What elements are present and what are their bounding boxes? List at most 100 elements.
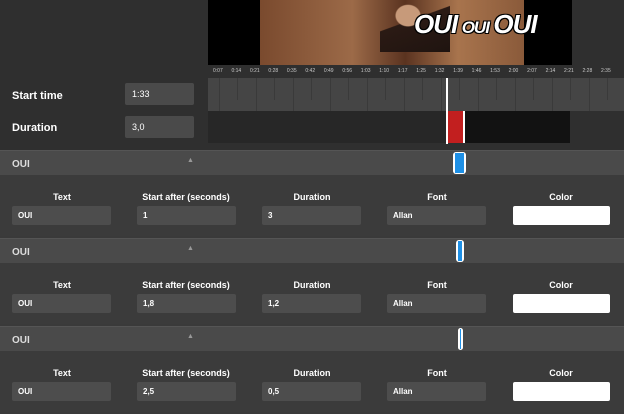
timeline-tick-label: 2:21 [564, 68, 574, 74]
color-picker[interactable] [513, 294, 610, 313]
column-header-font: Font [427, 192, 447, 202]
timeline-tick-label: 2:35 [601, 68, 611, 74]
start-after-input[interactable]: 2,5 [137, 382, 236, 401]
text-input[interactable]: OUI [12, 206, 111, 225]
caption-word-3: OUI [493, 9, 537, 39]
timeline-tick [588, 78, 590, 111]
timeline-tick [551, 78, 553, 111]
timeline-tick-label: 1:32 [434, 68, 445, 74]
column-header-start-after: Start after (seconds) [142, 192, 230, 202]
section-title: OUI [12, 159, 30, 170]
text-timeline-marker[interactable] [455, 240, 465, 262]
timeline-tick-label: 1:39 [453, 68, 463, 74]
start-after-input[interactable]: 1,8 [137, 294, 236, 313]
section-header[interactable]: OUI ▲ [0, 151, 624, 175]
caption-overlay: OUI OUI OUI [414, 9, 538, 40]
timeline-tick [477, 78, 479, 111]
column-header-font: Font [427, 368, 447, 378]
font-select[interactable]: Allan [387, 206, 486, 225]
column-header-color: Color [549, 192, 573, 202]
font-select[interactable]: Allan [387, 382, 486, 401]
timeline-tick [422, 78, 424, 100]
timeline-tick [459, 78, 461, 100]
start-time-label: Start time [12, 90, 63, 102]
color-picker[interactable] [513, 382, 610, 401]
color-picker[interactable] [513, 206, 610, 225]
duration-track[interactable] [208, 111, 570, 143]
column-header-start-after: Start after (seconds) [142, 368, 230, 378]
column-header-duration: Duration [293, 280, 331, 290]
column-header-duration: Duration [293, 192, 331, 202]
collapse-caret-icon[interactable]: ▲ [187, 245, 194, 252]
timeline-tick-label: 0:07 [213, 68, 223, 74]
duration-track-window [446, 111, 570, 143]
timeline-tick-label: 2:28 [582, 68, 593, 74]
timeline-ruler: 0:07 0:14 0:21 0:28 0:35 0:42 0:49 0:56 1:03 1:10… [208, 65, 624, 77]
column-header-font: Font [427, 280, 447, 290]
section-header[interactable]: OUI ▲ [0, 239, 624, 263]
timeline-tick-label: 0:42 [305, 68, 316, 74]
timeline-tick-label: 0:49 [323, 68, 334, 74]
timeline-tick [348, 78, 350, 100]
timeline-tick [570, 78, 572, 100]
start-after-input[interactable]: 1 [137, 206, 236, 225]
timeline-tick [607, 78, 608, 100]
column-header-color: Color [549, 368, 573, 378]
duration-input[interactable]: 1,2 [262, 294, 361, 313]
timeline-tick [255, 78, 257, 111]
timeline-tick [237, 78, 239, 100]
timeline-tick-label: 1:46 [471, 68, 482, 74]
timeline-tick [403, 78, 405, 111]
duration-input[interactable]: 3,0 [125, 116, 194, 138]
column-header-text: Text [53, 192, 71, 202]
text-section: OUI ▲ Text Start after (seconds) Duratio… [0, 326, 624, 412]
timeline-tick-label: 0:21 [249, 68, 260, 74]
column-header-text: Text [53, 368, 71, 378]
duration-input[interactable]: 3 [262, 206, 361, 225]
timeline-tick-label: 0:35 [286, 68, 297, 74]
timeline-tick [533, 78, 535, 100]
timeline-tick-label: 1:03 [360, 68, 371, 74]
duration-input[interactable]: 0,5 [262, 382, 361, 401]
timeline-tick [440, 78, 442, 111]
text-timeline-marker[interactable] [457, 328, 464, 350]
timeline-tick-label: 2:00 [508, 68, 519, 74]
timeline-track[interactable] [208, 78, 624, 111]
timeline-tick [292, 78, 294, 111]
timeline-tick [219, 78, 220, 111]
text-input[interactable]: OUI [12, 382, 111, 401]
timeline-tick-label: 1:17 [397, 68, 408, 74]
video-preview[interactable]: OUI OUI OUI [208, 0, 572, 65]
section-header[interactable]: OUI ▲ [0, 327, 624, 351]
column-header-duration: Duration [293, 368, 331, 378]
font-select[interactable]: Allan [387, 294, 486, 313]
timeline-tick [311, 78, 313, 100]
timeline-tick [329, 78, 331, 111]
start-time-input[interactable]: 1:33 [125, 83, 194, 105]
text-section: OUI ▲ Text Start after (seconds) Duratio… [0, 150, 624, 236]
caption-word-2: OUI [461, 18, 490, 37]
timeline-tick-label: 0:56 [342, 68, 353, 74]
text-timeline-marker[interactable] [453, 152, 466, 174]
timeline-tick [385, 78, 387, 100]
caption-word-1: OUI [414, 9, 458, 39]
timeline-tick-label: 2:07 [527, 68, 537, 74]
timeline-tick-label: 1:25 [416, 68, 426, 74]
column-header-color: Color [549, 280, 573, 290]
timeline-tick [496, 78, 498, 100]
collapse-caret-icon[interactable]: ▲ [187, 333, 194, 340]
timeline-tick-label: 1:10 [379, 68, 390, 74]
section-title: OUI [12, 247, 30, 258]
column-header-start-after: Start after (seconds) [142, 280, 230, 290]
timeline-tick [274, 78, 276, 100]
column-header-text: Text [53, 280, 71, 290]
text-section: OUI ▲ Text Start after (seconds) Duratio… [0, 238, 624, 324]
text-input[interactable]: OUI [12, 294, 111, 313]
timeline-tick-label: 0:28 [268, 68, 279, 74]
collapse-caret-icon[interactable]: ▲ [187, 157, 194, 164]
timeline-tick [366, 78, 368, 111]
section-title: OUI [12, 335, 30, 346]
timeline-tick [514, 78, 516, 111]
clip-segment[interactable] [446, 111, 465, 143]
timeline-tick-label: 2:14 [545, 68, 556, 74]
